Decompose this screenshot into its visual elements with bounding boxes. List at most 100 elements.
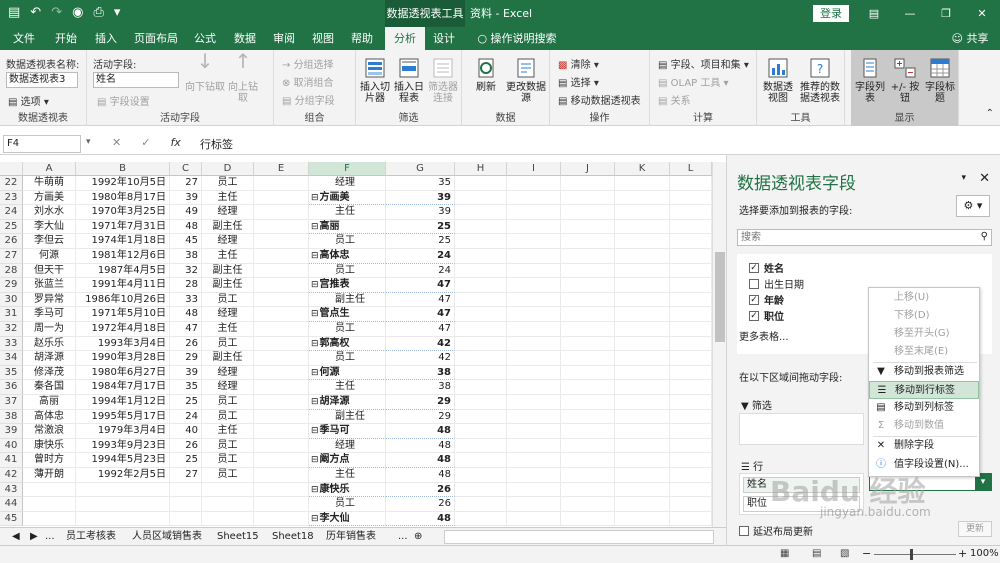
checkbox-checked[interactable]: ✓ [749, 294, 759, 305]
cell[interactable] [455, 278, 507, 293]
cell[interactable] [615, 219, 670, 235]
field-settings-button[interactable]: ▤ 字段设置 [97, 93, 150, 108]
cell[interactable] [455, 234, 507, 249]
pivot-row-label[interactable]: ⊟康快乐 [309, 482, 386, 498]
cell[interactable]: 员工 [202, 395, 254, 410]
cell[interactable]: 员工 [202, 453, 254, 468]
cell[interactable] [455, 336, 507, 352]
horizontal-scrollbar[interactable] [444, 530, 714, 544]
cell[interactable] [455, 351, 507, 366]
column-header[interactable]: B [76, 162, 170, 176]
cell[interactable] [254, 190, 309, 206]
collapse-icon[interactable]: ⊟ [311, 222, 319, 232]
scroll-thumb[interactable] [715, 252, 725, 342]
cell[interactable]: 39 [170, 365, 202, 381]
customize-qat-icon[interactable]: ▾ [114, 5, 121, 20]
pivot-row-label[interactable]: ⊟阚方点 [309, 453, 386, 468]
collapse-icon[interactable]: ⊟ [311, 193, 319, 203]
cell[interactable] [670, 190, 712, 206]
pivot-value[interactable]: 48 [386, 468, 455, 483]
pivot-value[interactable]: 38 [386, 380, 455, 395]
cell[interactable] [615, 307, 670, 322]
cell[interactable] [561, 263, 615, 279]
menu-move-to-values[interactable]: Σ 移动到数值 [869, 417, 979, 435]
cell[interactable]: 49 [170, 205, 202, 220]
zoom-out-icon[interactable]: − [862, 547, 871, 560]
cell[interactable]: 1980年6月27日 [76, 365, 170, 381]
row-header[interactable]: 24 [0, 205, 23, 220]
cell[interactable]: 1994年1月12日 [76, 395, 170, 410]
cell[interactable] [76, 497, 170, 512]
cell[interactable] [254, 205, 309, 220]
save-icon[interactable]: ▤ [8, 5, 20, 20]
cell[interactable]: 1981年12月6日 [76, 249, 170, 264]
cell[interactable] [561, 453, 615, 468]
cell[interactable] [561, 336, 615, 352]
cell[interactable] [561, 511, 615, 527]
pivot-value[interactable]: 42 [386, 351, 455, 366]
row-header[interactable]: 30 [0, 292, 23, 308]
row-header[interactable]: 33 [0, 336, 23, 352]
cell[interactable] [615, 263, 670, 279]
cell[interactable] [507, 409, 561, 425]
cell[interactable] [507, 292, 561, 308]
cell[interactable] [254, 365, 309, 381]
collapse-icon[interactable]: ⊟ [311, 251, 319, 261]
cell[interactable]: 周一为 [23, 322, 76, 337]
sheet-tab[interactable]: Sheet15 [217, 529, 259, 545]
cell[interactable]: 员工 [202, 292, 254, 308]
page-layout-view-icon[interactable]: ▤ [812, 548, 821, 559]
cell[interactable] [202, 511, 254, 527]
tab-insert[interactable]: 插入 [90, 27, 122, 50]
login-button[interactable]: 登录 [813, 5, 849, 22]
pivot-row-label[interactable]: ⊟郭高权 [309, 336, 386, 352]
cell[interactable] [615, 176, 670, 191]
menu-move-up[interactable]: 上移(U) [869, 289, 979, 307]
cell[interactable]: 牛萌萌 [23, 176, 76, 191]
cell[interactable]: 主任 [202, 249, 254, 264]
cell[interactable] [507, 351, 561, 366]
cell[interactable] [561, 351, 615, 366]
cell[interactable]: 员工 [202, 176, 254, 191]
cell[interactable]: 33 [170, 292, 202, 308]
collapse-icon[interactable]: ⊟ [311, 514, 319, 524]
cell[interactable] [507, 307, 561, 322]
cell[interactable]: 48 [170, 219, 202, 235]
add-sheet-icon[interactable]: ⊕ [414, 529, 422, 545]
cell[interactable]: 副主任 [202, 278, 254, 293]
cell[interactable] [670, 249, 712, 264]
pivot-value[interactable]: 47 [386, 307, 455, 322]
pivot-row-label[interactable]: 员工 [309, 351, 386, 366]
cell[interactable]: 员工 [202, 336, 254, 352]
cell[interactable] [561, 468, 615, 483]
cell[interactable] [507, 438, 561, 454]
cell[interactable] [561, 219, 615, 235]
row-header[interactable]: 29 [0, 278, 23, 293]
cell[interactable] [202, 497, 254, 512]
cell[interactable]: 罗异常 [23, 292, 76, 308]
cell[interactable] [670, 219, 712, 235]
cell[interactable] [615, 511, 670, 527]
cell[interactable]: 李但云 [23, 234, 76, 249]
row-header[interactable]: 35 [0, 365, 23, 381]
cell[interactable]: 32 [170, 263, 202, 279]
cell[interactable] [670, 176, 712, 191]
pivot-row-label[interactable]: 员工 [309, 497, 386, 512]
cell[interactable]: 24 [170, 409, 202, 425]
field-item[interactable]: ✓ 职位 [749, 308, 784, 323]
cell[interactable]: 员工 [202, 409, 254, 425]
insert-timeline-button[interactable]: 插入日程表 [392, 56, 426, 104]
cell[interactable] [561, 205, 615, 220]
cell[interactable] [455, 482, 507, 498]
cell[interactable] [455, 249, 507, 264]
cell[interactable]: 1986年10月26日 [76, 292, 170, 308]
checkbox-unchecked[interactable] [739, 525, 749, 536]
cell[interactable] [254, 278, 309, 293]
cell[interactable] [670, 292, 712, 308]
cell[interactable] [615, 453, 670, 468]
cell[interactable] [455, 409, 507, 425]
cell[interactable]: 48 [170, 307, 202, 322]
cell[interactable]: 1974年1月18日 [76, 234, 170, 249]
pivot-row-label[interactable]: 经理 [309, 438, 386, 454]
pivot-value[interactable]: 47 [386, 278, 455, 293]
